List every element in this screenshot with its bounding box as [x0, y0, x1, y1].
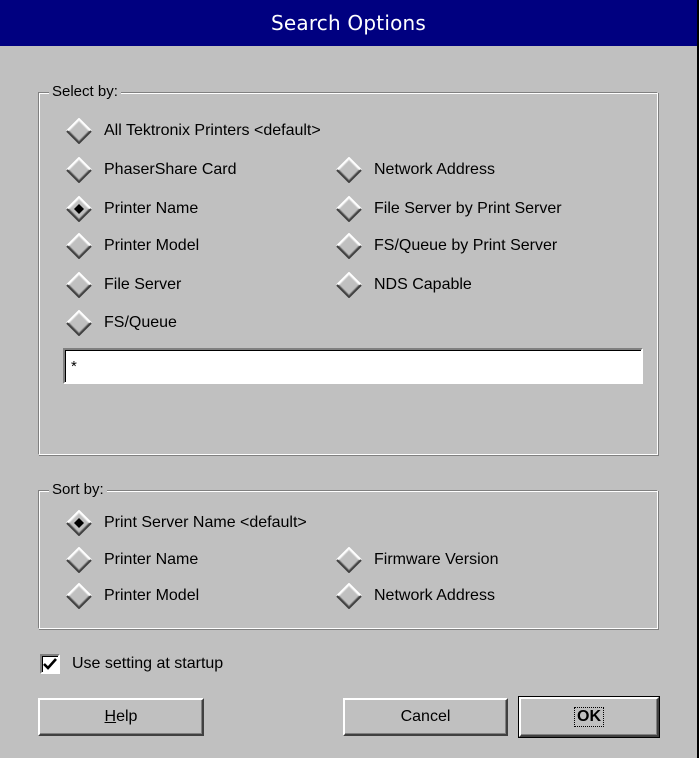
radio-label: Printer Model — [104, 237, 200, 254]
window-title: Search Options — [270, 11, 427, 35]
radio-label: Print Server Name <default> — [104, 514, 307, 531]
radio-diamond-icon — [66, 196, 92, 222]
help-button[interactable]: Help — [38, 698, 204, 736]
help-button-label: Help — [104, 708, 138, 725]
title-bar: Search Options — [0, 0, 697, 46]
radio-diamond-icon — [66, 272, 92, 298]
radio-diamond-icon — [336, 272, 362, 298]
radio-diamond-icon — [336, 547, 362, 573]
radio-sort-print-server-name[interactable]: Print Server Name <default> — [66, 510, 307, 536]
radio-fs-queue[interactable]: FS/Queue — [66, 310, 177, 336]
radio-diamond-icon — [336, 196, 362, 222]
radio-label: Printer Name — [104, 200, 199, 217]
radio-label: File Server by Print Server — [374, 200, 562, 217]
radio-phasershare-card[interactable]: PhaserShare Card — [66, 157, 237, 183]
radio-label: PhaserShare Card — [104, 161, 237, 178]
search-options-dialog: Search Options Select by: All Tektronix … — [0, 0, 699, 758]
radio-label: Printer Model — [104, 587, 200, 604]
cancel-button-label: Cancel — [400, 708, 451, 725]
radio-diamond-icon — [66, 310, 92, 336]
radio-label: Firmware Version — [374, 551, 499, 568]
radio-sort-network-address[interactable]: Network Address — [336, 583, 495, 609]
radio-network-address[interactable]: Network Address — [336, 157, 495, 183]
radio-diamond-icon — [336, 233, 362, 259]
select-by-label: Select by: — [49, 82, 121, 102]
search-input[interactable] — [63, 348, 643, 384]
checkbox-label: Use setting at startup — [72, 655, 224, 672]
radio-diamond-icon — [66, 233, 92, 259]
radio-label: Network Address — [374, 161, 495, 178]
radio-diamond-icon — [336, 157, 362, 183]
radio-nds-capable[interactable]: NDS Capable — [336, 272, 472, 298]
radio-sort-firmware-version[interactable]: Firmware Version — [336, 547, 498, 573]
radio-fs-queue-by-print-server[interactable]: FS/Queue by Print Server — [336, 233, 557, 259]
radio-diamond-icon — [336, 583, 362, 609]
radio-file-server-by-print-server[interactable]: File Server by Print Server — [336, 196, 562, 222]
use-setting-at-startup-checkbox[interactable]: Use setting at startup — [40, 654, 223, 674]
radio-label: Network Address — [374, 587, 495, 604]
cancel-button[interactable]: Cancel — [343, 698, 508, 736]
radio-printer-name[interactable]: Printer Name — [66, 196, 198, 222]
radio-label: FS/Queue — [104, 314, 177, 331]
radio-diamond-icon — [66, 157, 92, 183]
ok-button[interactable]: OK — [518, 696, 660, 738]
radio-label: NDS Capable — [374, 276, 472, 293]
radio-label: FS/Queue by Print Server — [374, 237, 558, 254]
radio-diamond-icon — [66, 547, 92, 573]
radio-sort-printer-name[interactable]: Printer Name — [66, 547, 198, 573]
sort-by-label: Sort by: — [49, 480, 107, 500]
ok-button-label: OK — [574, 707, 604, 727]
radio-label: File Server — [104, 276, 182, 293]
radio-sort-printer-model[interactable]: Printer Model — [66, 583, 199, 609]
radio-file-server[interactable]: File Server — [66, 272, 181, 298]
radio-printer-model[interactable]: Printer Model — [66, 233, 199, 259]
checkmark-icon — [43, 658, 57, 670]
radio-diamond-icon — [66, 118, 92, 144]
radio-label: All Tektronix Printers <default> — [104, 122, 321, 139]
radio-label: Printer Name — [104, 551, 199, 568]
radio-all-tektronix-printers[interactable]: All Tektronix Printers <default> — [66, 118, 321, 144]
checkbox-box[interactable] — [40, 654, 60, 674]
radio-diamond-icon — [66, 510, 92, 536]
radio-diamond-icon — [66, 583, 92, 609]
